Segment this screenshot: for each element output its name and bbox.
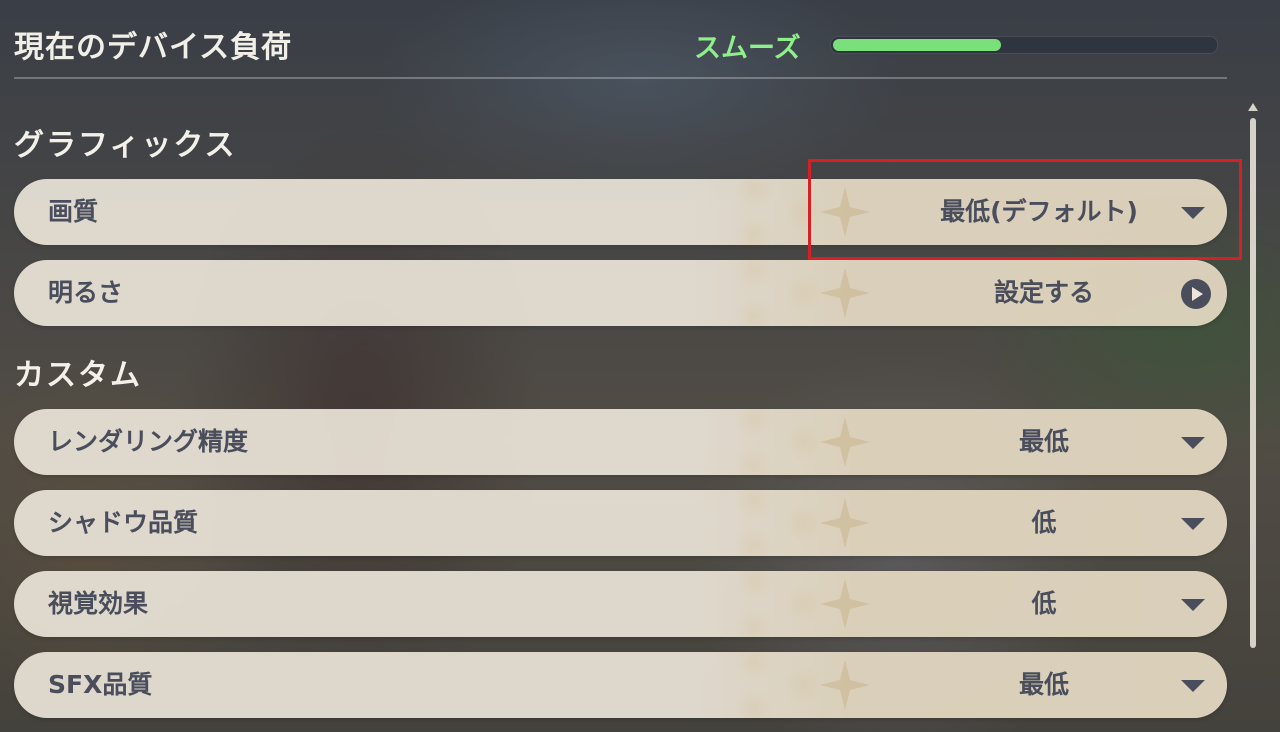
setting-label: 視覚効果	[48, 589, 149, 618]
setting-label: SFX品質	[48, 670, 153, 699]
setting-row-sfx-quality[interactable]: SFX品質 最低	[14, 652, 1227, 718]
chevron-down-icon[interactable]	[1181, 518, 1205, 530]
device-load-title: 現在のデバイス負荷	[14, 30, 293, 65]
device-load-status: スムーズ	[694, 33, 801, 64]
setting-label: 明るさ	[48, 278, 124, 307]
section-title-graphics: グラフィックス	[14, 128, 237, 163]
setting-label: シャドウ品質	[48, 508, 199, 537]
scrollbar[interactable]	[1250, 118, 1256, 648]
setting-label: レンダリング精度	[48, 427, 249, 456]
chevron-down-icon[interactable]	[1181, 599, 1205, 611]
device-load-bar-fill	[833, 39, 1001, 51]
setting-row-brightness[interactable]: 明るさ 設定する	[14, 260, 1227, 326]
setting-value[interactable]: 最低	[834, 409, 1227, 475]
arrow-circle-icon[interactable]	[1181, 279, 1211, 309]
setting-row-quality[interactable]: 画質 最低(デフォルト)	[14, 179, 1227, 245]
chevron-down-icon[interactable]	[1181, 437, 1205, 449]
setting-value[interactable]: 最低(デフォルト)	[834, 179, 1214, 245]
setting-value[interactable]: 設定する	[834, 260, 1227, 326]
setting-value[interactable]: 最低	[834, 652, 1227, 718]
settings-screen: 現在のデバイス負荷 スムーズ グラフィックス 画質 最低(デフォルト) 明るさ …	[0, 0, 1280, 732]
setting-row-visual-effects[interactable]: 視覚効果 低	[14, 571, 1227, 637]
chevron-down-icon[interactable]	[1181, 207, 1205, 219]
setting-row-render-resolution[interactable]: レンダリング精度 最低	[14, 409, 1227, 475]
header-divider	[14, 77, 1227, 79]
device-load-bar	[830, 36, 1218, 54]
section-title-custom: カスタム	[14, 358, 142, 393]
setting-row-shadow-quality[interactable]: シャドウ品質 低	[14, 490, 1227, 556]
setting-value[interactable]: 低	[834, 571, 1227, 637]
setting-label: 画質	[48, 197, 99, 226]
chevron-down-icon[interactable]	[1181, 680, 1205, 692]
setting-value[interactable]: 低	[834, 490, 1227, 556]
scroll-up-icon[interactable]	[1248, 103, 1258, 111]
